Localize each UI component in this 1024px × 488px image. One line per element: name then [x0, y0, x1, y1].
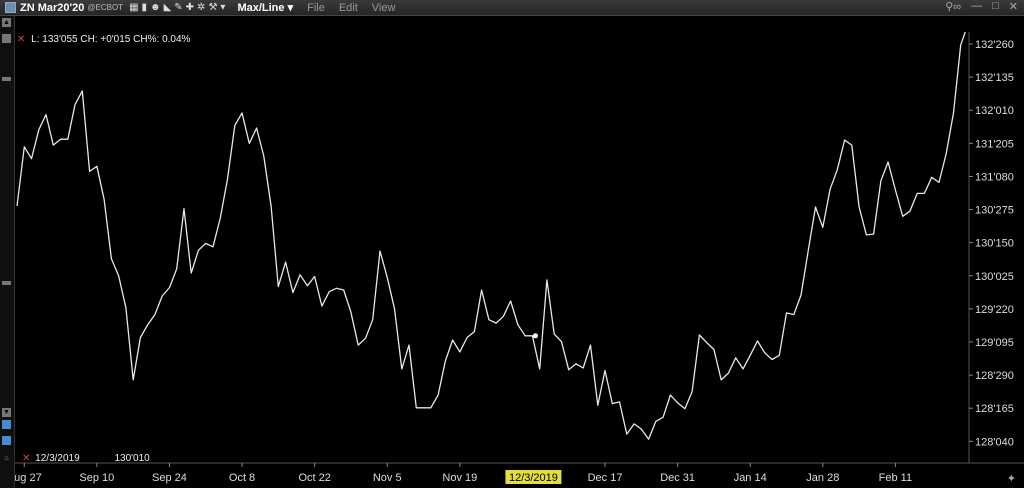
cursor-price: 130'010: [114, 453, 150, 464]
y-tick-label: 130'275: [975, 205, 1014, 217]
close-cursor-icon[interactable]: ✕: [22, 453, 30, 464]
close-icon[interactable]: ✕: [1009, 0, 1018, 13]
title-bar: ZN Mar20'20 @ECBOT ▦ ▮ ☻ ◣ ✎ ✚ ✲ ⚒ ▾ Max…: [0, 0, 1024, 16]
y-tick-label: 130'025: [975, 271, 1014, 283]
link-icon[interactable]: ⚲∞: [945, 0, 961, 13]
x-tick-label: Feb 11: [879, 472, 912, 484]
wrench-icon[interactable]: ✎: [174, 2, 182, 13]
menu-file[interactable]: File: [307, 2, 325, 14]
left-toolbar: ▲ ▼ ⌂: [0, 16, 15, 488]
x-tick-label: Dec 17: [588, 472, 623, 484]
x-tick-label: Nov 19: [442, 472, 477, 484]
cursor-point: [532, 333, 538, 339]
app-icon: [5, 2, 16, 13]
highlight-date-label: 12/3/2019: [509, 472, 558, 484]
maximize-icon[interactable]: □: [992, 0, 999, 13]
x-tick-label: Oct 8: [229, 472, 255, 484]
x-tick-label: Sep 24: [152, 472, 187, 484]
drag-handle-bottom[interactable]: [2, 281, 11, 285]
y-tick-label: 132'010: [975, 105, 1014, 117]
drag-handle-top[interactable]: [2, 77, 11, 81]
y-tick-label: 132'135: [975, 72, 1014, 84]
cursor-info: ✕ 12/3/2019 130'010: [22, 453, 150, 464]
pin-icon[interactable]: [2, 420, 11, 429]
chart-mode-dropdown[interactable]: Max/Line ▾: [237, 1, 293, 14]
person-icon[interactable]: ☻: [150, 2, 161, 13]
y-tick-label: 131'205: [975, 138, 1014, 150]
hammer-icon[interactable]: ⚒: [208, 2, 217, 13]
collapse-up-icon[interactable]: ▲: [2, 18, 11, 27]
chart-mode-label: Max/Line: [237, 2, 285, 14]
y-tick-label: 128'165: [975, 403, 1014, 415]
settings-icon[interactable]: ✦: [1007, 472, 1016, 485]
ruler-icon[interactable]: ◣: [164, 2, 172, 13]
grid-icon[interactable]: ▦: [129, 2, 138, 13]
y-tick-label: 130'150: [975, 238, 1014, 250]
gear-icon[interactable]: ✲: [197, 2, 205, 13]
volume-icon[interactable]: [2, 436, 11, 445]
toolbar-icons: ▦ ▮ ☻ ◣ ✎ ✚ ✲ ⚒ ▾: [129, 2, 225, 13]
collapse-down-icon[interactable]: ▼: [2, 408, 11, 417]
panel-icon[interactable]: [2, 34, 11, 43]
chevron-down-icon[interactable]: ▾: [220, 2, 225, 13]
x-tick-label: Jan 28: [806, 472, 839, 484]
x-tick-label: Oct 22: [298, 472, 330, 484]
lock-icon[interactable]: ⌂: [2, 454, 11, 463]
x-tick-label: Aug 27: [15, 472, 42, 484]
price-chart[interactable]: 132'260 132'135 132'010 131'205 131'080 130'2…: [15, 32, 1024, 488]
y-tick-label: 131'080: [975, 171, 1014, 183]
price-series-line: [16, 32, 966, 440]
x-tick-label: Sep 10: [79, 472, 114, 484]
menu-edit[interactable]: Edit: [339, 2, 358, 14]
x-tick-label: Dec 31: [660, 472, 695, 484]
menu-view[interactable]: View: [372, 2, 396, 14]
window-controls: ⚲∞ — □ ✕: [945, 0, 1018, 13]
cursor-date: 12/3/2019: [35, 453, 80, 464]
exchange-label: @ECBOT: [87, 3, 124, 12]
contract-symbol[interactable]: ZN Mar20'20: [20, 2, 84, 14]
y-tick-label: 129'095: [975, 337, 1014, 349]
minimize-icon[interactable]: —: [971, 0, 982, 13]
x-tick-label: Nov 5: [373, 472, 402, 484]
crosshair-icon[interactable]: ✚: [186, 2, 194, 13]
candle-icon[interactable]: ▮: [142, 2, 148, 13]
y-tick-label: 128'040: [975, 436, 1014, 448]
y-tick-label: 128'290: [975, 370, 1014, 382]
y-tick-label: 129'220: [975, 304, 1014, 316]
x-tick-label: Jan 14: [734, 472, 767, 484]
y-tick-label: 132'260: [975, 39, 1014, 51]
